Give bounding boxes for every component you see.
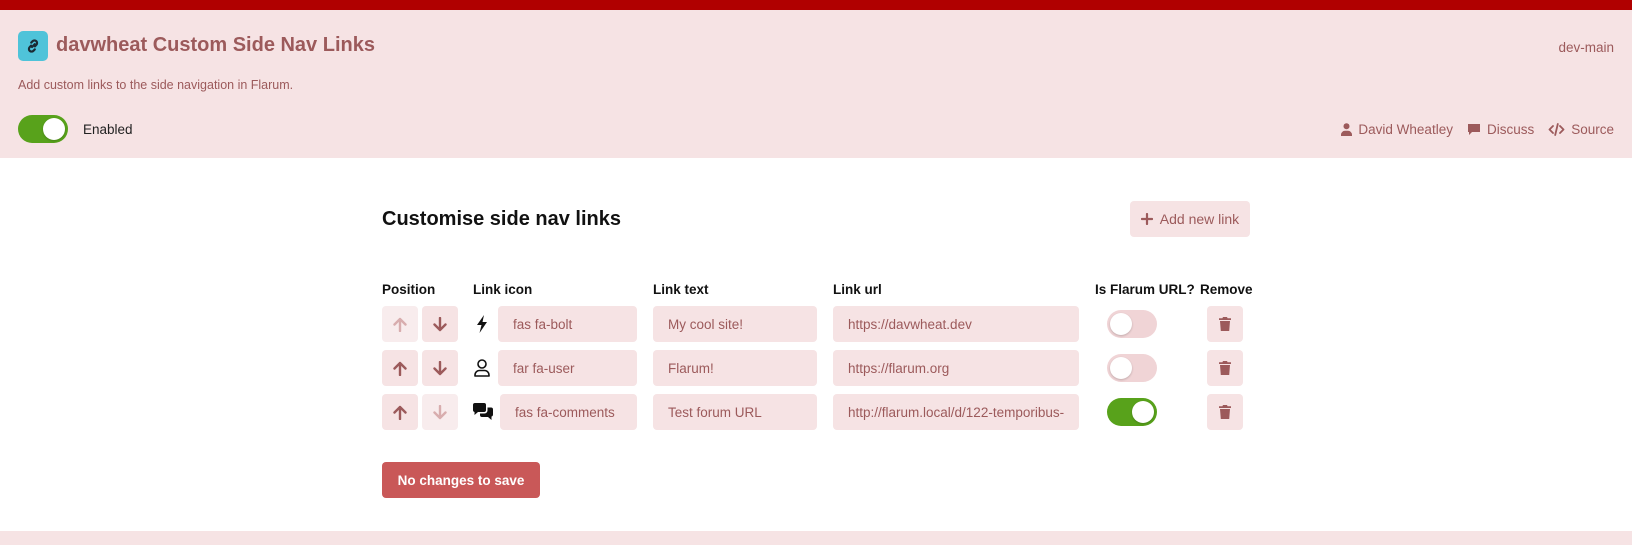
column-header-link-url: Link url	[833, 282, 882, 297]
column-header-link-text: Link text	[653, 282, 709, 297]
comments-icon	[472, 402, 494, 422]
extension-version: dev-main	[1558, 40, 1614, 55]
section-title: Customise side nav links	[382, 208, 621, 230]
table-row: fas fa-bolt My cool site! https://davwhe…	[382, 306, 1250, 342]
table-row: far fa-user Flarum! https://flarum.org	[382, 350, 1250, 386]
trash-icon	[1219, 361, 1231, 375]
comment-icon	[1467, 124, 1480, 135]
extension-title: davwheat Custom Side Nav Links	[56, 34, 375, 56]
link-text-input[interactable]: Flarum!	[653, 350, 817, 386]
author-link-label: David Wheatley	[1358, 122, 1453, 137]
user-outline-icon	[472, 358, 492, 378]
column-header-is-flarum-url: Is Flarum URL?	[1095, 282, 1195, 297]
extension-header: davwheat Custom Side Nav Links dev-main …	[0, 10, 1632, 158]
extension-description: Add custom links to the side navigation …	[18, 78, 294, 92]
plus-icon	[1140, 213, 1153, 225]
link-icon-input[interactable]: far fa-user	[498, 350, 637, 386]
toggle-knob	[1110, 313, 1132, 335]
move-up-button[interactable]	[382, 306, 418, 342]
link-url-input[interactable]: http://flarum.local/d/122-temporibus-	[833, 394, 1079, 430]
toggle-knob	[43, 118, 65, 140]
table-row: fas fa-comments Test forum URL http://fl…	[382, 394, 1250, 430]
move-down-button[interactable]	[422, 306, 458, 342]
link-url-input[interactable]: https://flarum.org	[833, 350, 1079, 386]
link-icon-input[interactable]: fas fa-bolt	[498, 306, 637, 342]
code-icon	[1548, 123, 1565, 136]
arrow-up-icon	[393, 317, 407, 332]
source-link[interactable]: Source	[1548, 122, 1614, 137]
top-accent-bar	[0, 0, 1632, 10]
link-text-input[interactable]: Test forum URL	[653, 394, 817, 430]
save-changes-button[interactable]: No changes to save	[382, 462, 540, 498]
bolt-icon	[472, 314, 492, 334]
arrow-down-icon	[433, 316, 447, 331]
link-text-input[interactable]: My cool site!	[653, 306, 817, 342]
user-icon	[1341, 123, 1353, 136]
move-up-button[interactable]	[382, 350, 418, 386]
link-icon	[18, 31, 48, 61]
add-new-link-button[interactable]: Add new link	[1130, 201, 1250, 237]
add-new-link-label: Add new link	[1159, 211, 1240, 227]
is-flarum-url-toggle[interactable]	[1107, 354, 1157, 382]
trash-icon	[1219, 405, 1231, 419]
source-link-label: Source	[1571, 122, 1614, 137]
arrow-up-icon	[393, 361, 407, 376]
remove-link-button[interactable]	[1207, 350, 1243, 386]
column-header-position: Position	[382, 282, 436, 297]
toggle-knob	[1132, 401, 1154, 423]
remove-link-button[interactable]	[1207, 306, 1243, 342]
extension-enabled-toggle[interactable]	[18, 115, 68, 143]
arrow-up-icon	[393, 405, 407, 420]
trash-icon	[1219, 317, 1231, 331]
footer-band	[0, 531, 1632, 545]
move-down-button[interactable]	[422, 350, 458, 386]
move-down-button[interactable]	[422, 394, 458, 430]
arrow-down-icon	[433, 360, 447, 375]
move-up-button[interactable]	[382, 394, 418, 430]
author-link[interactable]: David Wheatley	[1341, 122, 1453, 137]
discuss-link[interactable]: Discuss	[1467, 122, 1534, 137]
toggle-knob	[1110, 357, 1132, 379]
discuss-link-label: Discuss	[1486, 122, 1535, 137]
link-url-input[interactable]: https://davwheat.dev	[833, 306, 1079, 342]
column-header-remove: Remove	[1200, 282, 1253, 297]
column-header-link-icon: Link icon	[473, 282, 533, 297]
is-flarum-url-toggle[interactable]	[1107, 398, 1157, 426]
remove-link-button[interactable]	[1207, 394, 1243, 430]
link-icon-input[interactable]: fas fa-comments	[500, 394, 637, 430]
extension-links: David Wheatley Discuss Source	[1341, 122, 1614, 137]
arrow-down-icon	[433, 404, 447, 419]
is-flarum-url-toggle[interactable]	[1107, 310, 1157, 338]
enabled-label: Enabled	[83, 122, 133, 137]
